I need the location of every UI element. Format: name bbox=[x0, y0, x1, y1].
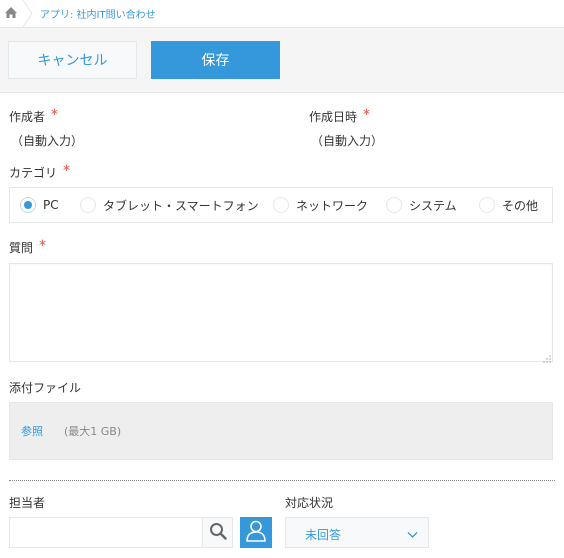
radio-unchecked-icon[interactable] bbox=[479, 197, 495, 213]
creator-label-text: 作成者 bbox=[9, 110, 46, 124]
category-radio-group: PC タブレット・スマートフォン ネットワーク システム その他 bbox=[9, 187, 553, 223]
required-mark: * bbox=[51, 107, 59, 123]
chevron-down-icon bbox=[407, 528, 418, 538]
created-at-label-text: 作成日時 bbox=[309, 110, 358, 124]
status-dropdown[interactable]: 未回答 bbox=[285, 517, 429, 548]
user-icon bbox=[245, 519, 267, 546]
search-icon bbox=[209, 522, 227, 543]
breadcrumb-separator bbox=[22, 0, 34, 28]
section-divider bbox=[9, 480, 555, 481]
question-textarea[interactable] bbox=[9, 263, 553, 362]
resize-handle-icon[interactable] bbox=[543, 352, 551, 363]
radio-checked-icon[interactable] bbox=[20, 197, 36, 213]
question-label: 質問 * bbox=[9, 238, 47, 256]
home-icon[interactable] bbox=[0, 0, 22, 27]
category-label-text: カテゴリ bbox=[9, 166, 58, 180]
radio-unchecked-icon[interactable] bbox=[80, 197, 96, 213]
category-option-system[interactable]: システム bbox=[386, 196, 457, 214]
category-option-label: その他 bbox=[502, 198, 539, 213]
required-mark: * bbox=[363, 107, 371, 123]
question-label-text: 質問 bbox=[9, 241, 34, 255]
assignee-search-button[interactable] bbox=[202, 517, 233, 548]
required-mark: * bbox=[39, 238, 47, 254]
cancel-button[interactable]: キャンセル bbox=[8, 41, 137, 79]
radio-unchecked-icon[interactable] bbox=[273, 197, 289, 213]
status-label: 対応状況 bbox=[285, 496, 334, 510]
created-at-label: 作成日時 * bbox=[309, 107, 371, 125]
category-option-label: システム bbox=[409, 198, 457, 213]
category-option-tablet[interactable]: タブレット・スマートフォン bbox=[80, 196, 259, 214]
attachment-dropzone[interactable]: 参照 (最大1 GB) bbox=[9, 402, 553, 460]
category-label: カテゴリ * bbox=[9, 163, 71, 181]
record-toolbar: キャンセル 保存 bbox=[0, 28, 564, 93]
creator-value: （自動入力） bbox=[11, 134, 84, 148]
assignee-label: 担当者 bbox=[9, 496, 46, 510]
category-option-label: ネットワーク bbox=[296, 198, 369, 213]
status-selected-value: 未回答 bbox=[305, 528, 342, 542]
creator-label: 作成者 * bbox=[9, 107, 59, 125]
category-option-pc[interactable]: PC bbox=[20, 196, 59, 214]
category-option-label: PC bbox=[43, 198, 59, 212]
assignee-input[interactable] bbox=[9, 517, 202, 548]
category-option-network[interactable]: ネットワーク bbox=[273, 196, 368, 214]
assignee-picker-button[interactable] bbox=[240, 517, 272, 548]
created-at-value: （自動入力） bbox=[311, 134, 384, 148]
breadcrumb-app-link[interactable]: アプリ: 社内IT問い合わせ bbox=[40, 6, 156, 21]
save-button[interactable]: 保存 bbox=[151, 41, 280, 79]
category-option-label: タブレット・スマートフォン bbox=[103, 198, 259, 213]
attachment-size-limit: (最大1 GB) bbox=[64, 425, 122, 438]
breadcrumb: アプリ: 社内IT問い合わせ bbox=[0, 0, 564, 28]
attachment-label: 添付ファイル bbox=[9, 381, 82, 395]
radio-unchecked-icon[interactable] bbox=[386, 197, 402, 213]
browse-link[interactable]: 参照 bbox=[21, 423, 43, 439]
category-option-other[interactable]: その他 bbox=[479, 196, 538, 214]
required-mark: * bbox=[63, 163, 71, 179]
